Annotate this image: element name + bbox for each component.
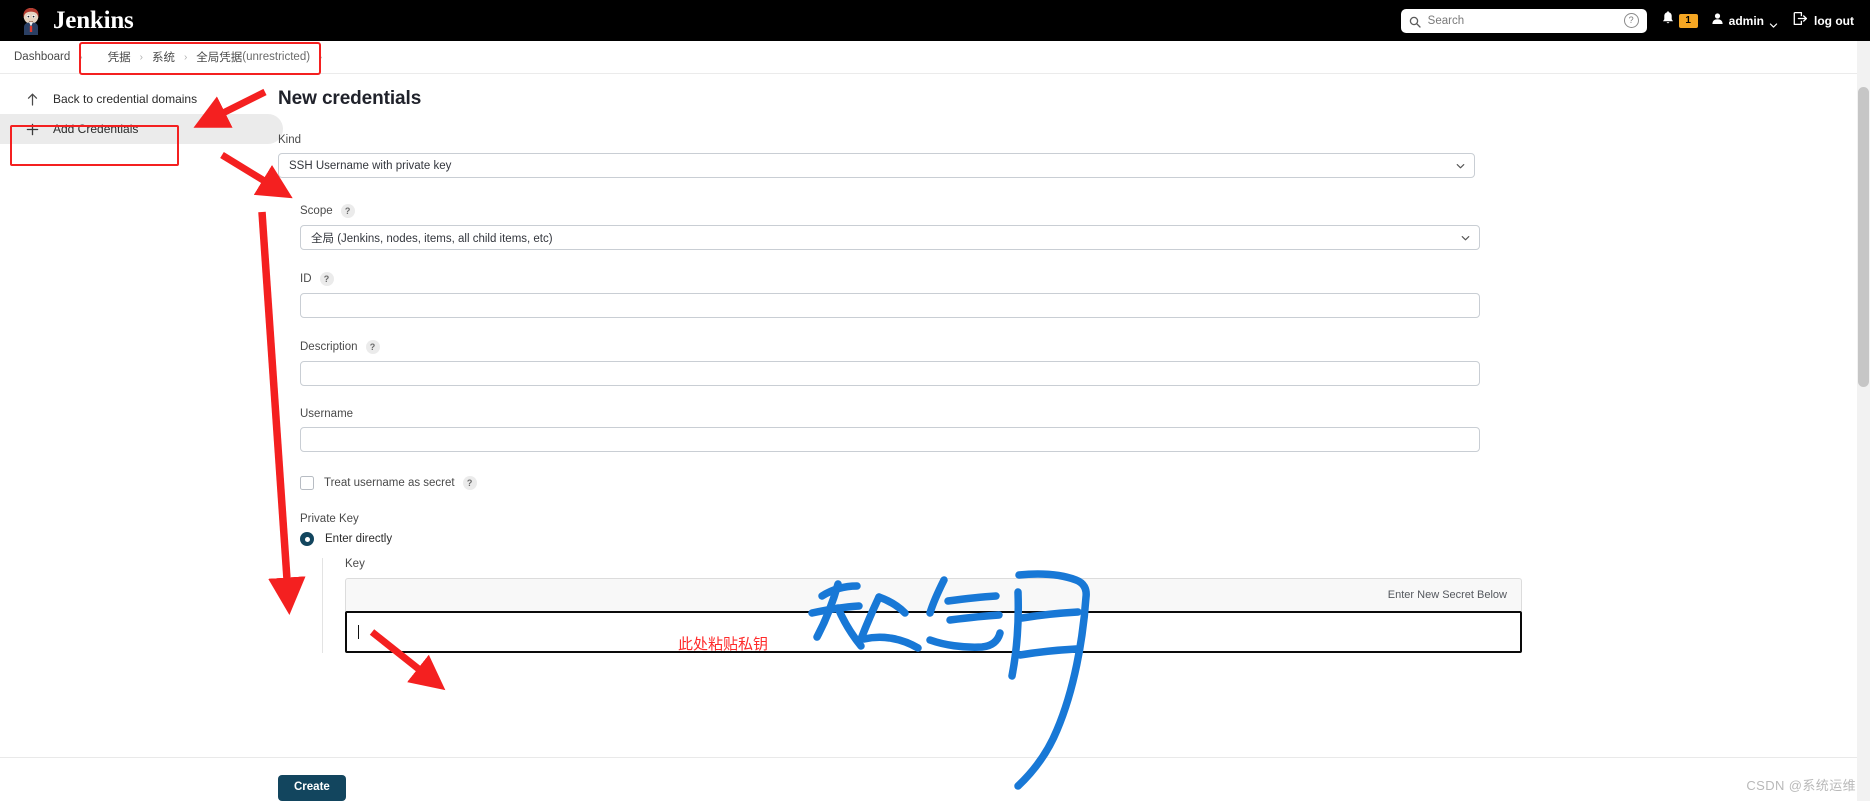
username-label: Username bbox=[300, 408, 1518, 420]
sidebar-item-add-credentials[interactable]: Add Credentials bbox=[0, 114, 283, 144]
treat-username-as-secret-label-text: Treat username as secret bbox=[324, 477, 455, 489]
arrow-up-icon bbox=[25, 92, 40, 107]
username-input[interactable] bbox=[300, 427, 1480, 452]
breadcrumb-separator: › bbox=[183, 51, 188, 63]
search-input[interactable] bbox=[1427, 14, 1617, 27]
description-help-icon[interactable]: ? bbox=[365, 340, 380, 354]
enter-new-secret-below-label: Enter New Secret Below bbox=[1387, 589, 1507, 601]
id-label: ID ? bbox=[300, 272, 1518, 286]
description-label-text: Description bbox=[300, 341, 358, 353]
enter-directly-label: Enter directly bbox=[325, 533, 393, 545]
breadcrumb-item-global-credentials-suffix: (unrestricted) bbox=[242, 51, 311, 63]
page-scrollbar[interactable] bbox=[1857, 41, 1870, 801]
sidebar-item-label: Add Credentials bbox=[53, 122, 139, 136]
private-key-enter-directly-row[interactable]: Enter directly bbox=[300, 532, 1518, 546]
breadcrumb-item-credentials[interactable]: 凭据 bbox=[108, 49, 131, 65]
enter-directly-radio[interactable] bbox=[300, 532, 314, 546]
treat-username-as-secret-help-icon[interactable]: ? bbox=[462, 476, 477, 490]
breadcrumb-separator: › bbox=[139, 51, 143, 63]
scope-help-icon[interactable]: ? bbox=[340, 204, 355, 218]
radio-selected-dot-icon bbox=[304, 536, 310, 542]
treat-username-as-secret-row[interactable]: Treat username as secret ? bbox=[300, 476, 1518, 490]
logout-arrow-icon bbox=[1793, 11, 1808, 31]
logout-button[interactable]: log out bbox=[1793, 11, 1854, 31]
page-title: New credentials bbox=[278, 88, 422, 109]
breadcrumb-item-dashboard[interactable]: Dashboard bbox=[14, 51, 70, 63]
id-input[interactable] bbox=[300, 293, 1480, 318]
breadcrumb-item-system[interactable]: 系统 bbox=[152, 49, 175, 65]
kind-select-value: SSH Username with private key bbox=[289, 159, 452, 172]
breadcrumb-separator: › bbox=[319, 51, 323, 63]
brand-home-link[interactable]: Jenkins bbox=[18, 7, 134, 35]
header-right-cluster: ? 1 admin bbox=[1400, 0, 1858, 41]
secret-header-bar: Enter New Secret Below bbox=[345, 578, 1522, 611]
jenkins-new-credentials-page: Jenkins ? bbox=[0, 0, 1870, 801]
user-icon bbox=[1711, 12, 1724, 30]
plus-icon bbox=[25, 122, 40, 137]
breadcrumb-item-global-credentials[interactable]: 全局凭据 bbox=[196, 49, 242, 65]
kind-label-text: Kind bbox=[278, 134, 302, 146]
sidebar-item-label: Back to credential domains bbox=[53, 92, 198, 106]
create-button[interactable]: Create bbox=[278, 775, 346, 801]
key-block: Key Enter New Secret Below bbox=[322, 558, 1522, 653]
annotation-arrow-kind-select bbox=[220, 152, 293, 199]
scope-select[interactable]: 全局 (Jenkins, nodes, items, all child ite… bbox=[300, 225, 1480, 250]
search-box[interactable]: ? bbox=[1400, 8, 1647, 33]
private-key-label-text: Private Key bbox=[300, 513, 359, 525]
username-label-text: Username bbox=[300, 408, 354, 420]
id-help-icon[interactable]: ? bbox=[319, 272, 334, 286]
key-label: Key bbox=[345, 558, 365, 570]
private-key-label: Private Key bbox=[300, 513, 1518, 525]
credential-subform: Scope ? 全局 (Jenkins, nodes, items, all c… bbox=[300, 204, 1522, 653]
top-header-bar: Jenkins ? bbox=[0, 0, 1870, 41]
jenkins-butler-logo-icon bbox=[18, 7, 44, 35]
description-input[interactable] bbox=[300, 361, 1480, 386]
logout-label: log out bbox=[1814, 13, 1854, 28]
user-name-label: admin bbox=[1728, 13, 1765, 28]
secret-input-group: Enter New Secret Below bbox=[345, 578, 1522, 653]
scope-label-text: Scope bbox=[300, 205, 333, 217]
scope-label: Scope ? bbox=[300, 204, 1518, 218]
private-key-textarea[interactable] bbox=[345, 611, 1522, 653]
description-label: Description ? bbox=[300, 340, 1518, 354]
main-content: New credentials Kind SSH Username with p… bbox=[278, 88, 1522, 653]
kind-select[interactable]: SSH Username with private key bbox=[278, 153, 1475, 178]
id-label-text: ID bbox=[300, 273, 312, 285]
bell-icon bbox=[1661, 10, 1675, 31]
brand-name: Jenkins bbox=[53, 6, 134, 34]
search-help-icon[interactable]: ? bbox=[1623, 13, 1639, 28]
scrollbar-thumb[interactable] bbox=[1858, 87, 1869, 387]
chevron-down-icon bbox=[1456, 161, 1465, 170]
notifications-button[interactable]: 1 bbox=[1661, 10, 1698, 31]
text-cursor-icon bbox=[358, 625, 359, 639]
user-menu-button[interactable]: admin bbox=[1711, 12, 1778, 30]
treat-username-as-secret-label: Treat username as secret ? bbox=[324, 476, 477, 490]
notification-count-badge: 1 bbox=[1678, 13, 1698, 28]
scope-select-value: 全局 (Jenkins, nodes, items, all child ite… bbox=[311, 232, 553, 245]
kind-label: Kind bbox=[278, 134, 1518, 146]
chevron-down-icon bbox=[1769, 17, 1778, 28]
chevron-down-icon bbox=[1461, 233, 1470, 242]
breadcrumb: Dashboard › 凭据 › 系统 › 全局凭据 (unrestricted… bbox=[0, 41, 1870, 74]
footer-divider bbox=[0, 757, 1870, 758]
treat-username-as-secret-checkbox[interactable] bbox=[300, 476, 314, 490]
sidebar-item-back-to-credential-domains[interactable]: Back to credential domains bbox=[0, 84, 258, 114]
sidebar: Back to credential domains Add Credentia… bbox=[0, 84, 283, 144]
search-icon bbox=[1409, 15, 1421, 28]
watermark: CSDN @系统运维 bbox=[1746, 778, 1856, 793]
breadcrumb-separator: › bbox=[79, 51, 83, 63]
